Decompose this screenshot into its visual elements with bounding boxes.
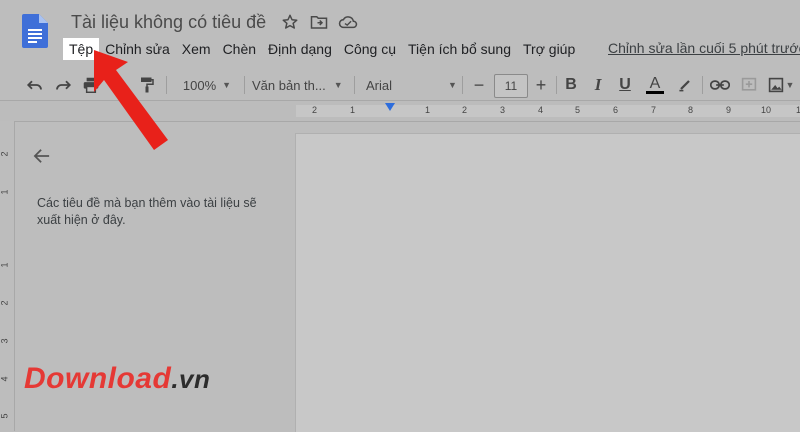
text-color-swatch — [646, 91, 664, 94]
toolbar-separator — [354, 76, 355, 94]
menu-tools[interactable]: Công cụ — [338, 38, 402, 60]
font-size-input[interactable]: 11 — [494, 74, 528, 98]
font-select[interactable]: Arial ▼ — [366, 74, 458, 96]
toolbar-separator — [462, 76, 463, 94]
outline-empty-message: Các tiêu đề mà bạn thêm vào tài liệu sẽ … — [37, 196, 257, 227]
menu-insert[interactable]: Chèn — [217, 38, 262, 60]
ruler-number: 2 — [0, 151, 10, 157]
increase-font-size-button[interactable]: + — [532, 74, 550, 96]
download-vn-watermark: Download.vn — [24, 362, 210, 396]
ruler-number: 11 — [796, 105, 800, 115]
font-value: Arial — [366, 77, 393, 93]
insert-image-icon[interactable]: ▼ — [766, 74, 796, 96]
ruler-number: 8 — [688, 105, 694, 115]
document-title[interactable]: Tài liệu không có tiêu đề — [71, 12, 266, 33]
document-page[interactable] — [295, 133, 800, 432]
chevron-down-icon: ▼ — [785, 80, 795, 90]
menu-help[interactable]: Trợ giúp — [517, 38, 581, 60]
ruler-number: 4 — [0, 376, 10, 382]
chevron-down-icon: ▼ — [222, 80, 232, 90]
ruler-number: 7 — [651, 105, 657, 115]
menu-addons[interactable]: Tiện ích bổ sung — [402, 38, 517, 60]
cloud-saved-icon[interactable] — [338, 12, 358, 32]
ruler-number: 6 — [613, 105, 619, 115]
red-pointer-arrow-icon — [70, 40, 190, 160]
ruler-number: 2 — [312, 105, 318, 115]
menu-format[interactable]: Định dạng — [262, 38, 338, 60]
ruler-number: 1 — [425, 105, 431, 115]
ruler-number: 1 — [0, 262, 10, 268]
insert-link-icon[interactable] — [708, 74, 732, 96]
bold-button[interactable]: B — [562, 74, 580, 96]
watermark-suffix: .vn — [171, 364, 211, 394]
toolbar-separator — [244, 76, 245, 94]
ruler-number: 1 — [350, 105, 356, 115]
ruler-number: 1 — [0, 189, 10, 195]
ruler-number: 2 — [462, 105, 468, 115]
last-edit-link[interactable]: Chỉnh sửa lần cuối 5 phút trước — [608, 40, 800, 56]
add-comment-icon[interactable] — [738, 74, 760, 96]
chevron-down-icon: ▼ — [448, 80, 457, 90]
watermark-brand: Download — [24, 362, 172, 395]
ruler-page-area — [296, 105, 800, 117]
ruler-number: 4 — [538, 105, 544, 115]
paragraph-style-select[interactable]: Văn bản th... ▼ — [252, 74, 348, 96]
toolbar-separator — [556, 76, 557, 94]
underline-button[interactable]: U — [616, 74, 634, 96]
undo-icon[interactable] — [24, 74, 46, 96]
move-folder-icon[interactable] — [309, 12, 329, 32]
docs-logo-icon[interactable] — [22, 14, 48, 48]
indent-marker-icon[interactable] — [385, 103, 395, 111]
vertical-ruler[interactable]: 2 1 1 2 3 4 5 — [0, 121, 15, 431]
ruler-number: 5 — [0, 413, 10, 419]
text-color-button[interactable]: A — [644, 74, 666, 96]
highlight-pen-icon[interactable] — [674, 74, 696, 96]
italic-button[interactable]: I — [589, 74, 607, 96]
ruler-number: 3 — [0, 338, 10, 344]
star-icon[interactable] — [280, 12, 300, 32]
ruler-number: 9 — [726, 105, 732, 115]
ruler-number: 10 — [761, 105, 772, 115]
text-color-glyph: A — [649, 75, 661, 92]
chevron-down-icon: ▼ — [333, 80, 343, 90]
close-outline-arrow-icon[interactable] — [31, 145, 53, 167]
paragraph-style-value: Văn bản th... — [252, 77, 326, 93]
ruler-number: 3 — [500, 105, 506, 115]
ruler-number: 5 — [575, 105, 581, 115]
ruler-number: 2 — [0, 300, 10, 306]
toolbar-separator — [702, 76, 703, 94]
decrease-font-size-button[interactable]: − — [470, 74, 488, 96]
